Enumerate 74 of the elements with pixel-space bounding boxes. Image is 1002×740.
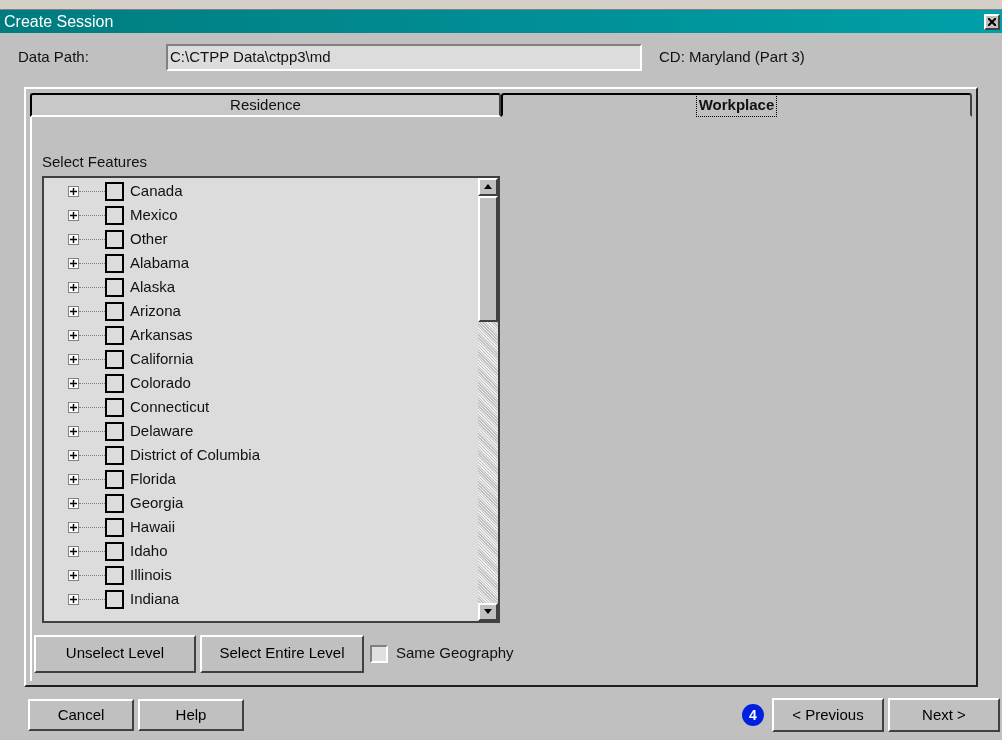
tree-item-label[interactable]: Arkansas [130, 324, 193, 347]
expand-icon[interactable] [68, 306, 79, 317]
tree-item-label[interactable]: Georgia [130, 492, 184, 515]
cd-label: CD: Maryland (Part 3) [659, 46, 805, 67]
step-badge: 4 [742, 704, 764, 726]
checkbox[interactable] [105, 590, 124, 609]
tree-item-label[interactable]: Colorado [130, 372, 191, 395]
checkbox[interactable] [105, 302, 124, 321]
checkbox[interactable] [105, 494, 124, 513]
tree-item-label[interactable]: Canada [130, 180, 183, 203]
expand-icon[interactable] [68, 402, 79, 413]
expand-icon[interactable] [68, 258, 79, 269]
checkbox[interactable] [105, 446, 124, 465]
tree-item-label[interactable]: Alabama [130, 252, 190, 275]
expand-icon[interactable] [68, 450, 79, 461]
checkbox[interactable] [105, 278, 124, 297]
tree-item-label[interactable]: Alaska [130, 276, 176, 299]
window-title: Create Session [4, 11, 114, 32]
tree-item-label[interactable]: Other [130, 228, 168, 251]
expand-icon[interactable] [68, 522, 79, 533]
checkbox[interactable] [105, 374, 124, 393]
tab[interactable]: Workplace [501, 93, 972, 117]
dialog-button[interactable]: Help [138, 699, 244, 731]
expand-icon[interactable] [68, 378, 79, 389]
checkbox[interactable] [105, 182, 124, 201]
expand-icon[interactable] [68, 594, 79, 605]
tree-item-label[interactable]: Hawaii [130, 516, 175, 539]
tree-item-label[interactable]: Connecticut [130, 396, 210, 419]
tree-item-label[interactable]: Mexico [130, 204, 178, 227]
dialog-button[interactable]: Unselect Level [34, 634, 196, 673]
tree-item-label[interactable]: Arizona [130, 300, 181, 323]
dialog-button[interactable]: Select Entire Level [200, 634, 364, 673]
expand-icon[interactable] [68, 426, 79, 437]
data-path-field[interactable]: C:\CTPP Data\ctpp3\md [166, 43, 642, 71]
checkbox[interactable] [105, 470, 124, 489]
checkbox[interactable] [105, 326, 124, 345]
checkbox[interactable] [370, 644, 388, 663]
checkbox[interactable] [105, 398, 124, 417]
expand-icon[interactable] [68, 498, 79, 509]
expand-icon[interactable] [68, 474, 79, 485]
dialog-button[interactable]: < Previous [772, 698, 884, 732]
tree-item-label[interactable]: Illinois [130, 564, 172, 587]
checkbox[interactable] [105, 542, 124, 561]
expand-icon[interactable] [68, 570, 79, 581]
tree-item-label[interactable]: Indiana [130, 588, 180, 611]
expand-icon[interactable] [68, 330, 79, 341]
tree-item-label[interactable]: District of Columbia [130, 444, 261, 467]
checkbox[interactable] [105, 230, 124, 249]
checkbox[interactable] [105, 254, 124, 273]
expand-icon[interactable] [68, 210, 79, 221]
expand-icon[interactable] [68, 546, 79, 557]
section-label: Select Features [42, 152, 149, 172]
close-icon[interactable] [984, 13, 1000, 30]
expand-icon[interactable] [68, 186, 79, 197]
scroll-up-icon[interactable] [484, 184, 492, 189]
checkbox[interactable] [105, 422, 124, 441]
dialog-button[interactable]: Cancel [28, 699, 134, 731]
checkbox[interactable] [105, 566, 124, 585]
scrollbar[interactable] [478, 177, 498, 621]
tree-item-label[interactable]: Idaho [130, 540, 168, 563]
tree-item-label[interactable]: Florida [130, 468, 176, 491]
expand-icon[interactable] [68, 282, 79, 293]
scroll-down-icon[interactable] [484, 609, 492, 614]
field-label: Data Path: [18, 46, 90, 67]
tree-item-label[interactable]: Delaware [130, 420, 194, 443]
checkbox[interactable] [105, 518, 124, 537]
dialog-button[interactable]: Next > [888, 698, 1000, 732]
expand-icon[interactable] [68, 234, 79, 245]
checkbox-label: Same Geography [396, 643, 514, 664]
tab[interactable]: Residence [30, 93, 501, 117]
tree-item-label[interactable]: California [130, 348, 194, 371]
expand-icon[interactable] [68, 354, 79, 365]
checkbox[interactable] [105, 350, 124, 369]
checkbox[interactable] [105, 206, 124, 225]
